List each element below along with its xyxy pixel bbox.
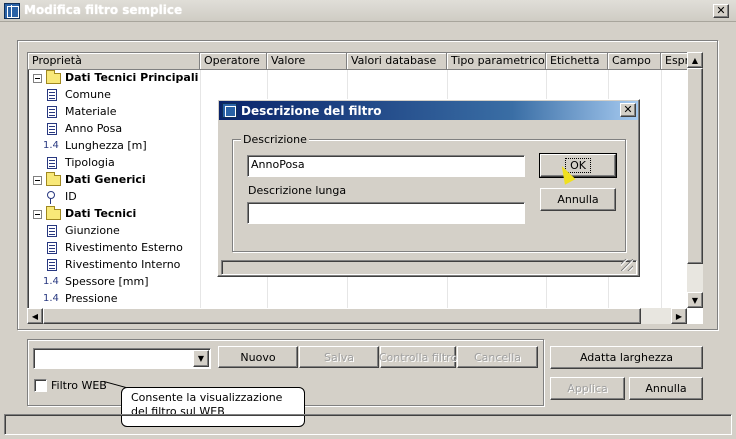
new-button[interactable]: Nuovo xyxy=(218,346,298,368)
document-icon xyxy=(47,225,57,237)
vertical-scrollbar[interactable]: ▲ ▼ xyxy=(687,52,703,308)
web-filter-checkbox[interactable] xyxy=(34,379,47,392)
resize-grip-icon[interactable] xyxy=(621,259,633,271)
delete-button-label: Cancella xyxy=(473,350,522,364)
property-label: Tipologia xyxy=(65,156,115,169)
ok-button[interactable]: OK xyxy=(539,153,617,178)
save-button[interactable]: Salva xyxy=(299,346,379,368)
grid-header: Proprietà Operatore Valore Valori databa… xyxy=(28,53,702,70)
column-header-etichetta[interactable]: Etichetta xyxy=(546,53,608,70)
dialog-cancel-button-label: Annulla xyxy=(557,193,599,206)
cancel-button-label: Annulla xyxy=(645,382,687,395)
scroll-down-button[interactable]: ▼ xyxy=(687,292,703,308)
collapse-icon[interactable] xyxy=(33,176,42,185)
document-icon xyxy=(47,89,57,101)
close-icon: ✕ xyxy=(716,4,726,17)
save-button-label: Salva xyxy=(323,350,355,364)
arrow-down-icon: ▼ xyxy=(691,295,699,305)
dialog-title-bar: Descrizione del filtro ✕ xyxy=(219,101,638,120)
window-close-button[interactable]: ✕ xyxy=(713,4,729,18)
document-icon xyxy=(47,123,57,135)
property-label: Pressione xyxy=(65,292,118,305)
scroll-up-button[interactable]: ▲ xyxy=(687,52,703,68)
property-label: Anno Posa xyxy=(65,122,123,135)
property-label: Giunzione xyxy=(65,224,120,237)
property-label: Spessore [mm] xyxy=(65,275,149,288)
horizontal-scrollbar[interactable]: ◀ ▶ xyxy=(27,308,687,324)
description-group-label: Descrizione xyxy=(241,133,309,146)
column-header-valore[interactable]: Valore xyxy=(267,53,347,70)
delete-button[interactable]: Cancella xyxy=(457,346,538,368)
column-header-campo[interactable]: Campo xyxy=(608,53,661,70)
document-icon xyxy=(47,157,57,169)
scroll-left-button[interactable]: ◀ xyxy=(27,308,43,324)
close-icon: ✕ xyxy=(623,103,633,116)
document-icon xyxy=(47,242,57,254)
group-label: Dati Generici xyxy=(65,173,146,186)
group-label: Dati Tecnici Principali xyxy=(65,71,199,84)
web-filter-label: Filtro WEB xyxy=(51,379,107,392)
collapse-icon[interactable] xyxy=(33,74,42,83)
window-title: Modifica filtro semplice xyxy=(24,3,183,17)
property-label: Lunghezza [m] xyxy=(65,139,147,152)
group-row-dati-tecnici-principali[interactable]: Dati Tecnici Principali xyxy=(28,70,688,87)
arrow-left-icon: ◀ xyxy=(31,311,39,321)
long-description-label: Descrizione lunga xyxy=(248,184,347,197)
fit-width-button-label: Adatta larghezza xyxy=(579,351,674,364)
horizontal-scroll-thumb[interactable] xyxy=(43,308,641,324)
document-icon xyxy=(47,106,57,118)
property-row-pressione[interactable]: 1.4 Pressione xyxy=(28,291,688,308)
apply-button[interactable]: Applica xyxy=(550,377,625,400)
dialog-status-bar xyxy=(221,259,637,275)
combo-dropdown-button[interactable]: ▼ xyxy=(193,350,209,367)
document-icon xyxy=(47,259,57,271)
column-header-valori-database[interactable]: Valori database xyxy=(347,53,447,70)
number-icon: 1.4 xyxy=(43,276,59,287)
filter-description-dialog: Descrizione del filtro ✕ Descrizione Ann… xyxy=(217,99,640,277)
dialog-title: Descrizione del filtro xyxy=(241,104,382,118)
property-label: Materiale xyxy=(65,105,117,118)
column-header-espr[interactable]: Espr xyxy=(661,53,688,70)
description-input[interactable]: AnnoPosa xyxy=(247,155,525,177)
new-button-label: Nuovo xyxy=(240,350,276,364)
window-title-bar: Modifica filtro semplice ✕ xyxy=(0,0,736,22)
vertical-scroll-thumb[interactable] xyxy=(687,68,703,264)
scroll-right-button[interactable]: ▶ xyxy=(671,308,687,324)
arrow-up-icon: ▲ xyxy=(691,55,699,65)
cancel-button[interactable]: Annulla xyxy=(629,377,703,400)
group-label: Dati Tecnici xyxy=(65,207,137,220)
number-icon: 1.4 xyxy=(43,140,59,151)
folder-icon xyxy=(46,70,61,84)
number-icon: 1.4 xyxy=(43,293,59,304)
property-label: Rivestimento Esterno xyxy=(65,241,183,254)
status-bar xyxy=(4,414,732,435)
column-header-tipo-parametrico[interactable]: Tipo parametrico xyxy=(447,53,546,70)
apply-button-label: Applica xyxy=(567,382,608,395)
fit-width-button[interactable]: Adatta larghezza xyxy=(550,346,703,369)
folder-icon xyxy=(46,206,61,220)
property-label: Rivestimento Interno xyxy=(65,258,181,271)
dialog-app-icon xyxy=(222,103,237,118)
filter-combo-box[interactable]: ▼ xyxy=(33,348,211,369)
dialog-cancel-button[interactable]: Annulla xyxy=(540,188,616,211)
folder-icon xyxy=(46,172,61,186)
long-description-input[interactable] xyxy=(247,202,525,224)
property-label: ID xyxy=(65,190,77,203)
app-icon xyxy=(4,3,20,19)
check-filter-button-label: Controlla filtro xyxy=(378,350,458,364)
arrow-right-icon: ▶ xyxy=(675,311,683,321)
column-header-proprieta[interactable]: Proprietà xyxy=(28,53,200,70)
collapse-icon[interactable] xyxy=(33,210,42,219)
key-icon xyxy=(47,191,55,204)
column-header-operatore[interactable]: Operatore xyxy=(200,53,267,70)
check-filter-button[interactable]: Controlla filtro xyxy=(378,346,458,368)
dialog-close-button[interactable]: ✕ xyxy=(620,103,636,117)
property-label: Comune xyxy=(65,88,111,101)
chevron-down-icon: ▼ xyxy=(197,354,205,363)
